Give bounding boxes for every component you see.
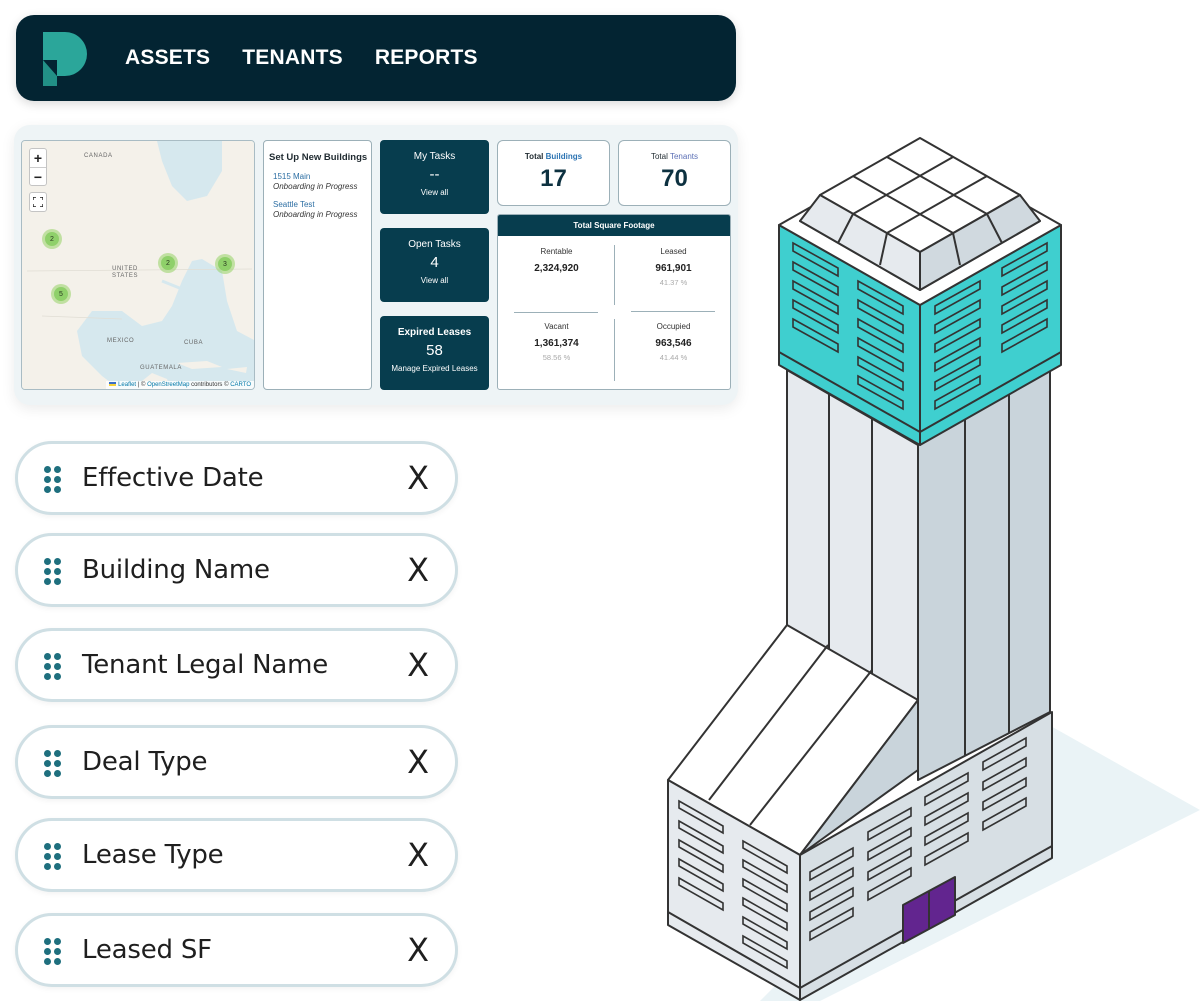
map-cluster-marker[interactable]: 2 (158, 253, 178, 273)
ukraine-flag-icon (109, 382, 117, 387)
fullscreen-button[interactable] (30, 193, 46, 211)
map-cluster-marker[interactable]: 5 (51, 284, 71, 304)
sqft-value: 2,324,920 (534, 263, 579, 274)
setup-title: Set Up New Buildings (269, 152, 368, 163)
map-label-cuba: CUBA (184, 340, 204, 346)
cluster-count: 3 (218, 257, 232, 271)
map-cluster-marker[interactable]: 3 (215, 254, 235, 274)
attr-contrib: contributors © (189, 382, 231, 388)
drag-handle-icon[interactable] (44, 653, 64, 681)
cluster-count: 2 (45, 232, 59, 246)
sqft-percent: 58.56 % (542, 353, 571, 362)
map-attribution: Leaflet | © OpenStreetMap contributors ©… (106, 381, 254, 389)
field-label: Effective Date (82, 463, 264, 493)
setup-building-link[interactable]: 1515 Main (273, 172, 366, 181)
map-cluster-marker[interactable]: 2 (42, 229, 62, 249)
drag-handle-icon[interactable] (44, 466, 64, 494)
expired-leases-title: Expired Leases (397, 327, 472, 338)
zoom-in-button[interactable]: + (30, 149, 46, 167)
sqft-value: 1,361,374 (534, 338, 579, 349)
osm-link[interactable]: OpenStreetMap (147, 382, 189, 388)
drag-handle-icon[interactable] (44, 938, 64, 966)
map-label-us-line1: UNITED (112, 266, 138, 272)
cluster-count: 2 (161, 256, 175, 270)
open-tasks-view-all-link[interactable]: View all (380, 276, 489, 285)
map-label-us: UNITED STATES (112, 266, 138, 280)
total-buildings-value: 17 (540, 165, 567, 192)
expired-leases-value: 58 (426, 342, 443, 359)
field-pill-leased-sf[interactable]: Leased SF X (15, 913, 458, 987)
buildings-map[interactable]: + − CANADA UNITED STATES MEXICO CUBA GUA… (21, 140, 255, 390)
my-tasks-title: My Tasks (413, 151, 456, 162)
remove-field-button[interactable]: X (407, 743, 429, 781)
zoom-out-button[interactable]: − (30, 167, 46, 185)
sqft-vacant: Vacant 1,361,374 58.56 % (498, 322, 615, 362)
zoom-controls: + − (29, 148, 47, 186)
building-illustration (667, 137, 1200, 1001)
carto-link[interactable]: CARTO (230, 382, 251, 388)
sqft-label: Rentable (540, 247, 573, 256)
field-label: Building Name (82, 555, 270, 585)
field-label: Deal Type (82, 747, 208, 777)
setup-new-buildings-card: Set Up New Buildings 1515 Main Onboardin… (263, 140, 372, 390)
fullscreen-icon (33, 197, 43, 207)
open-tasks-value: 4 (430, 254, 439, 271)
map-label-canada: CANADA (84, 153, 113, 159)
leaflet-link[interactable]: Leaflet (118, 382, 136, 388)
remove-field-button[interactable]: X (407, 931, 429, 969)
field-pill-deal-type[interactable]: Deal Type X (15, 725, 458, 799)
total-buildings-label: Total Buildings (498, 152, 609, 161)
nav-links: ASSETS TENANTS REPORTS (125, 15, 478, 101)
drag-handle-icon[interactable] (44, 750, 64, 778)
field-pill-effective-date[interactable]: Effective Date X (15, 441, 458, 515)
nav-assets[interactable]: ASSETS (125, 46, 210, 70)
my-tasks-card: My Tasks -- View all (380, 140, 489, 214)
manage-expired-leases-link[interactable]: Manage Expired Leases (380, 364, 489, 373)
dashboard-panel: + − CANADA UNITED STATES MEXICO CUBA GUA… (14, 125, 738, 405)
open-tasks-card: Open Tasks 4 View all (380, 228, 489, 302)
divider (614, 319, 615, 381)
remove-field-button[interactable]: X (407, 836, 429, 874)
setup-item: Seattle Test Onboarding in Progress (269, 200, 366, 219)
field-label: Tenant Legal Name (82, 650, 329, 680)
remove-field-button[interactable]: X (407, 551, 429, 589)
sqft-rentable: Rentable 2,324,920 (498, 247, 615, 274)
brand-logo-icon[interactable] (43, 32, 89, 86)
fullscreen-control (29, 192, 47, 212)
map-label-guatemala: GUATEMALA (140, 365, 182, 371)
setup-item: 1515 Main Onboarding in Progress (269, 172, 366, 191)
map-label-us-line2: STATES (112, 273, 139, 279)
divider (514, 312, 598, 313)
field-pill-tenant-legal-name[interactable]: Tenant Legal Name X (15, 628, 458, 702)
buildings-link[interactable]: Buildings (546, 152, 582, 161)
divider (614, 245, 615, 305)
setup-building-link[interactable]: Seattle Test (273, 200, 366, 209)
setup-status: Onboarding in Progress (273, 210, 358, 219)
open-tasks-title: Open Tasks (408, 239, 461, 250)
sqft-label: Vacant (544, 322, 569, 331)
drag-handle-icon[interactable] (44, 843, 64, 871)
my-tasks-value: -- (429, 166, 440, 183)
field-pill-lease-type[interactable]: Lease Type X (15, 818, 458, 892)
setup-status: Onboarding in Progress (273, 182, 358, 191)
map-label-mexico: MEXICO (107, 338, 135, 344)
attr-sep: | © (136, 382, 148, 388)
cluster-count: 5 (54, 287, 68, 301)
remove-field-button[interactable]: X (407, 459, 429, 497)
total-prefix: Total (524, 152, 546, 161)
top-navbar: ASSETS TENANTS REPORTS (16, 15, 736, 101)
my-tasks-view-all-link[interactable]: View all (380, 188, 489, 197)
field-pill-building-name[interactable]: Building Name X (15, 533, 458, 607)
remove-field-button[interactable]: X (407, 646, 429, 684)
nav-reports[interactable]: REPORTS (375, 46, 478, 70)
total-buildings-card[interactable]: Total Buildings 17 (497, 140, 610, 206)
expired-leases-card: Expired Leases 58 Manage Expired Leases (380, 316, 489, 390)
drag-handle-icon[interactable] (44, 558, 64, 586)
nav-tenants[interactable]: TENANTS (242, 46, 343, 70)
field-label: Leased SF (82, 935, 212, 965)
field-label: Lease Type (82, 840, 224, 870)
